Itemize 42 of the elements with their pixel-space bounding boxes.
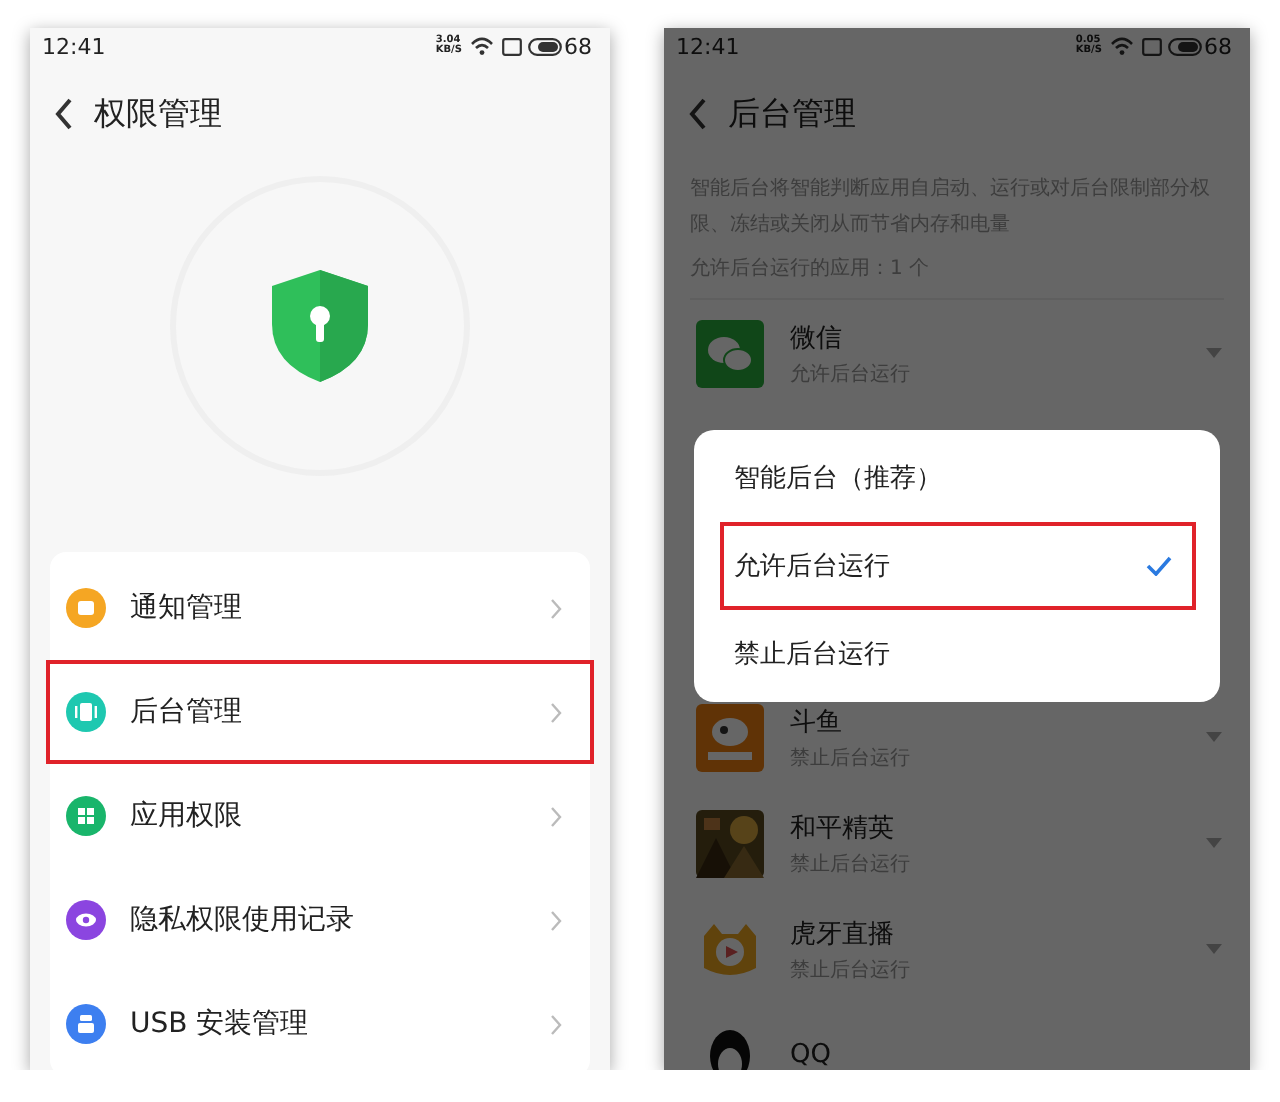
app-name: 斗鱼 — [790, 705, 844, 739]
status-time: 12:41 — [676, 33, 742, 59]
highlighted-menu-row[interactable]: 后台管理 — [46, 660, 594, 764]
dropdown-caret-icon[interactable] — [1206, 944, 1222, 954]
page-title: 权限管理 — [94, 93, 222, 135]
wifi-icon — [470, 36, 494, 56]
app-name: QQ — [790, 1040, 833, 1070]
sim-icon — [1142, 37, 1162, 55]
status-time: 12:41 — [42, 33, 108, 59]
page-title: 后台管理 — [728, 93, 856, 135]
wifi-icon — [1110, 36, 1134, 56]
back-icon[interactable] — [54, 98, 74, 130]
menu-option[interactable]: 智能后台（推荐） — [720, 434, 1196, 522]
grid-icon — [66, 796, 106, 836]
battery-level: 68 — [564, 33, 592, 59]
shield-lock-icon — [270, 268, 370, 384]
chevron-right-icon — [550, 597, 562, 619]
chevron-right-icon — [550, 909, 562, 931]
menu-option[interactable]: 禁止后台运行 — [720, 610, 1196, 698]
chevron-right-icon — [550, 805, 562, 827]
battery-icon — [528, 37, 562, 55]
app-name: 微信 — [790, 321, 844, 355]
app-name: 和平精英 — [790, 811, 896, 845]
menu-row[interactable]: USB 安装管理 — [46, 972, 594, 1070]
note-icon — [66, 588, 106, 628]
menu-row[interactable]: 隐私权限使用记录 — [46, 868, 594, 972]
chat-bubbles-icon — [696, 319, 764, 387]
panel-icon — [66, 692, 106, 732]
battery-level: 68 — [1204, 33, 1232, 59]
usb-icon — [66, 1004, 106, 1044]
menu-option[interactable]: 允许后台运行 — [720, 522, 1196, 610]
chevron-right-icon — [550, 701, 562, 723]
dropdown-caret-icon[interactable] — [1206, 838, 1222, 848]
menu-row[interactable]: 应用权限 — [46, 764, 594, 868]
dropdown-caret-icon[interactable] — [1206, 348, 1222, 358]
dropdown-caret-icon[interactable] — [1206, 732, 1222, 742]
menu-row[interactable]: 通知管理 — [46, 556, 594, 660]
battery-icon — [1168, 37, 1202, 55]
eye-icon — [66, 900, 106, 940]
sim-icon — [502, 37, 522, 55]
app-name: 虎牙直播 — [790, 917, 896, 951]
chevron-right-icon — [550, 1013, 562, 1035]
